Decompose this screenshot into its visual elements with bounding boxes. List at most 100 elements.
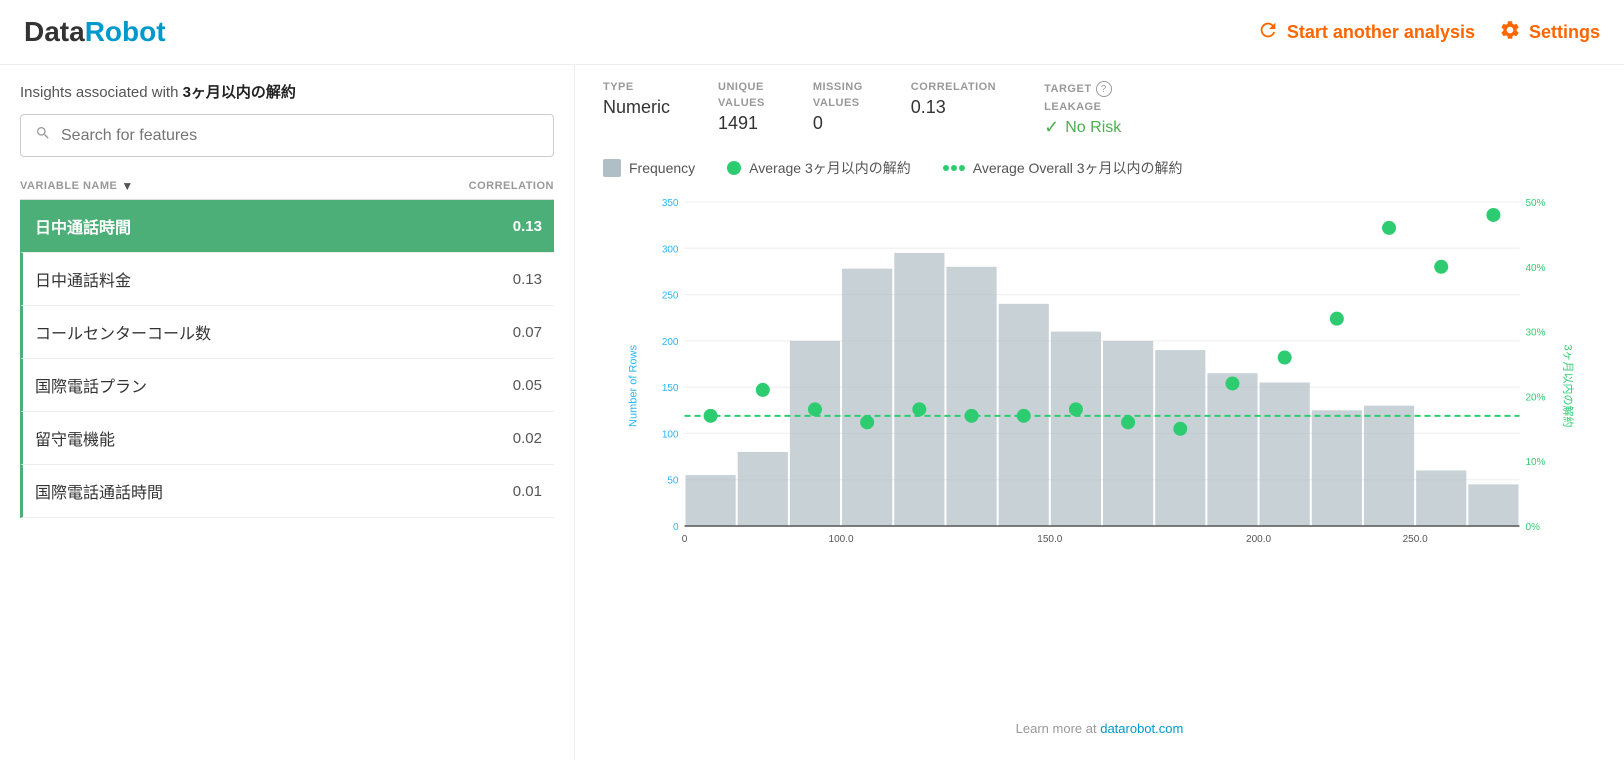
legend-avg-overall-dots [943,165,965,171]
svg-text:50%: 50% [1526,198,1546,209]
sort-arrow-icon[interactable]: ▼ [121,179,133,193]
feature-name: 日中通話時間 [35,214,131,238]
svg-text:200.0: 200.0 [1246,534,1271,545]
stat-type: TYPE Numeric [603,81,670,118]
footer: Learn more at datarobot.com [603,713,1596,744]
stats-row: TYPE Numeric UNIQUE VALUES 1491 MISSING … [603,81,1596,138]
feature-correlation: 0.01 [513,483,542,500]
x-axis: 100.0 150.0 200.0 250.0 0 [682,526,1520,545]
feature-correlation: 0.02 [513,430,542,447]
svg-text:Number of Rows: Number of Rows [628,345,640,427]
feature-correlation: 0.13 [513,218,542,235]
insights-prefix: Insights associated with [20,84,178,101]
app-container: DataRobot Start another analysis Setting… [0,0,1624,760]
feature-name: 留守電機能 [35,426,115,450]
legend-average-overall-label: Average Overall 3ヶ月以内の解約 [973,158,1183,178]
start-analysis-button[interactable]: Start another analysis [1257,19,1475,46]
header-actions: Start another analysis Settings [1257,19,1600,46]
help-icon[interactable]: ? [1096,81,1112,97]
feature-list: 日中通話時間 0.13 日中通話料金 0.13 コールセンターコール数 0.07… [20,200,554,744]
insights-target: 3ヶ月以内の解約 [183,84,296,101]
svg-text:0%: 0% [1526,522,1541,533]
logo: DataRobot [24,16,166,48]
target-sublabel: LEAKAGE [1044,101,1121,113]
feature-row[interactable]: 国際電話通話時間 0.01 [20,465,554,518]
legend-freq-box [603,159,621,177]
main-chart: Number of Rows 3ヶ月以内の解約 0 50 100 150 200… [603,186,1596,566]
unique-sublabel: VALUES [718,97,765,109]
stat-correlation: CORRELATION 0.13 [911,81,996,118]
feature-name: 国際電話プラン [35,373,147,397]
feature-row[interactable]: 国際電話プラン 0.05 [20,359,554,412]
insights-title: Insights associated with 3ヶ月以内の解約 [20,81,554,102]
feature-row[interactable]: 日中通話時間 0.13 [20,200,554,253]
svg-text:250.0: 250.0 [1403,534,1428,545]
unique-value: 1491 [718,113,765,134]
svg-text:100: 100 [662,429,679,440]
svg-text:0: 0 [673,522,679,533]
legend-average-label: Average 3ヶ月以内の解約 [749,158,911,178]
svg-text:350: 350 [662,198,679,209]
svg-text:300: 300 [662,244,679,255]
stat-target-leakage: TARGET ? LEAKAGE ✓ No Risk [1044,81,1121,138]
search-box[interactable] [20,114,554,157]
feature-row[interactable]: 日中通話料金 0.13 [20,253,554,306]
type-label: TYPE [603,81,670,93]
svg-text:50: 50 [667,476,679,487]
checkmark-icon: ✓ [1044,117,1059,138]
settings-icon [1499,19,1521,46]
svg-text:40%: 40% [1526,263,1546,274]
refresh-icon [1257,19,1279,46]
legend-frequency: Frequency [603,159,695,177]
legend: Frequency Average 3ヶ月以内の解約 Average Overa… [603,158,1596,178]
svg-text:0: 0 [682,534,688,545]
feature-correlation: 0.13 [513,271,542,288]
feature-correlation: 0.05 [513,377,542,394]
feature-row[interactable]: 留守電機能 0.02 [20,412,554,465]
right-panel: TYPE Numeric UNIQUE VALUES 1491 MISSING … [575,65,1624,760]
legend-average-overall: Average Overall 3ヶ月以内の解約 [943,158,1183,178]
no-risk-label: No Risk [1065,119,1121,137]
main-content: Insights associated with 3ヶ月以内の解約 VARIAB… [0,65,1624,760]
feature-name: 国際電話通話時間 [35,479,163,503]
feature-correlation: 0.07 [513,324,542,341]
right-y-axis: 0%10%20%30%40%50% [1526,198,1546,533]
table-header: VARIABLE NAME ▼ CORRELATION [20,173,554,200]
svg-text:150: 150 [662,383,679,394]
svg-text:3ヶ月以内の解約: 3ヶ月以内の解約 [1562,344,1576,427]
svg-text:100.0: 100.0 [829,534,854,545]
legend-avg-dot [727,161,741,175]
legend-average: Average 3ヶ月以内の解約 [727,158,911,178]
logo-data: Data [24,16,85,48]
correlation-value: 0.13 [911,97,996,118]
chart-bars [686,253,1519,526]
stat-unique: UNIQUE VALUES 1491 [718,81,765,134]
feature-row[interactable]: コールセンターコール数 0.07 [20,306,554,359]
dot2 [951,165,957,171]
footer-link[interactable]: datarobot.com [1100,721,1183,736]
svg-text:200: 200 [662,337,679,348]
footer-text: Learn more at [1016,721,1097,736]
missing-sublabel: VALUES [813,97,863,109]
chart-area: Number of Rows 3ヶ月以内の解約 0 50 100 150 200… [603,186,1596,713]
svg-text:150.0: 150.0 [1037,534,1062,545]
left-panel: Insights associated with 3ヶ月以内の解約 VARIAB… [0,65,575,760]
search-input[interactable] [61,127,539,145]
svg-text:250: 250 [662,291,679,302]
feature-name: 日中通話料金 [35,267,131,291]
no-risk-status: ✓ No Risk [1044,117,1121,138]
dot3 [959,165,965,171]
type-value: Numeric [603,97,670,118]
column-variable-name: VARIABLE NAME ▼ [20,179,134,193]
missing-label: MISSING [813,81,863,93]
header: DataRobot Start another analysis Setting… [0,0,1624,65]
feature-name: コールセンターコール数 [35,320,211,344]
target-label: TARGET [1044,83,1091,95]
missing-value: 0 [813,113,863,134]
logo-robot: Robot [85,16,166,48]
unique-label: UNIQUE [718,81,765,93]
search-icon [35,125,51,146]
settings-button[interactable]: Settings [1499,19,1600,46]
svg-text:30%: 30% [1526,328,1546,339]
column-correlation: CORRELATION [469,180,554,192]
